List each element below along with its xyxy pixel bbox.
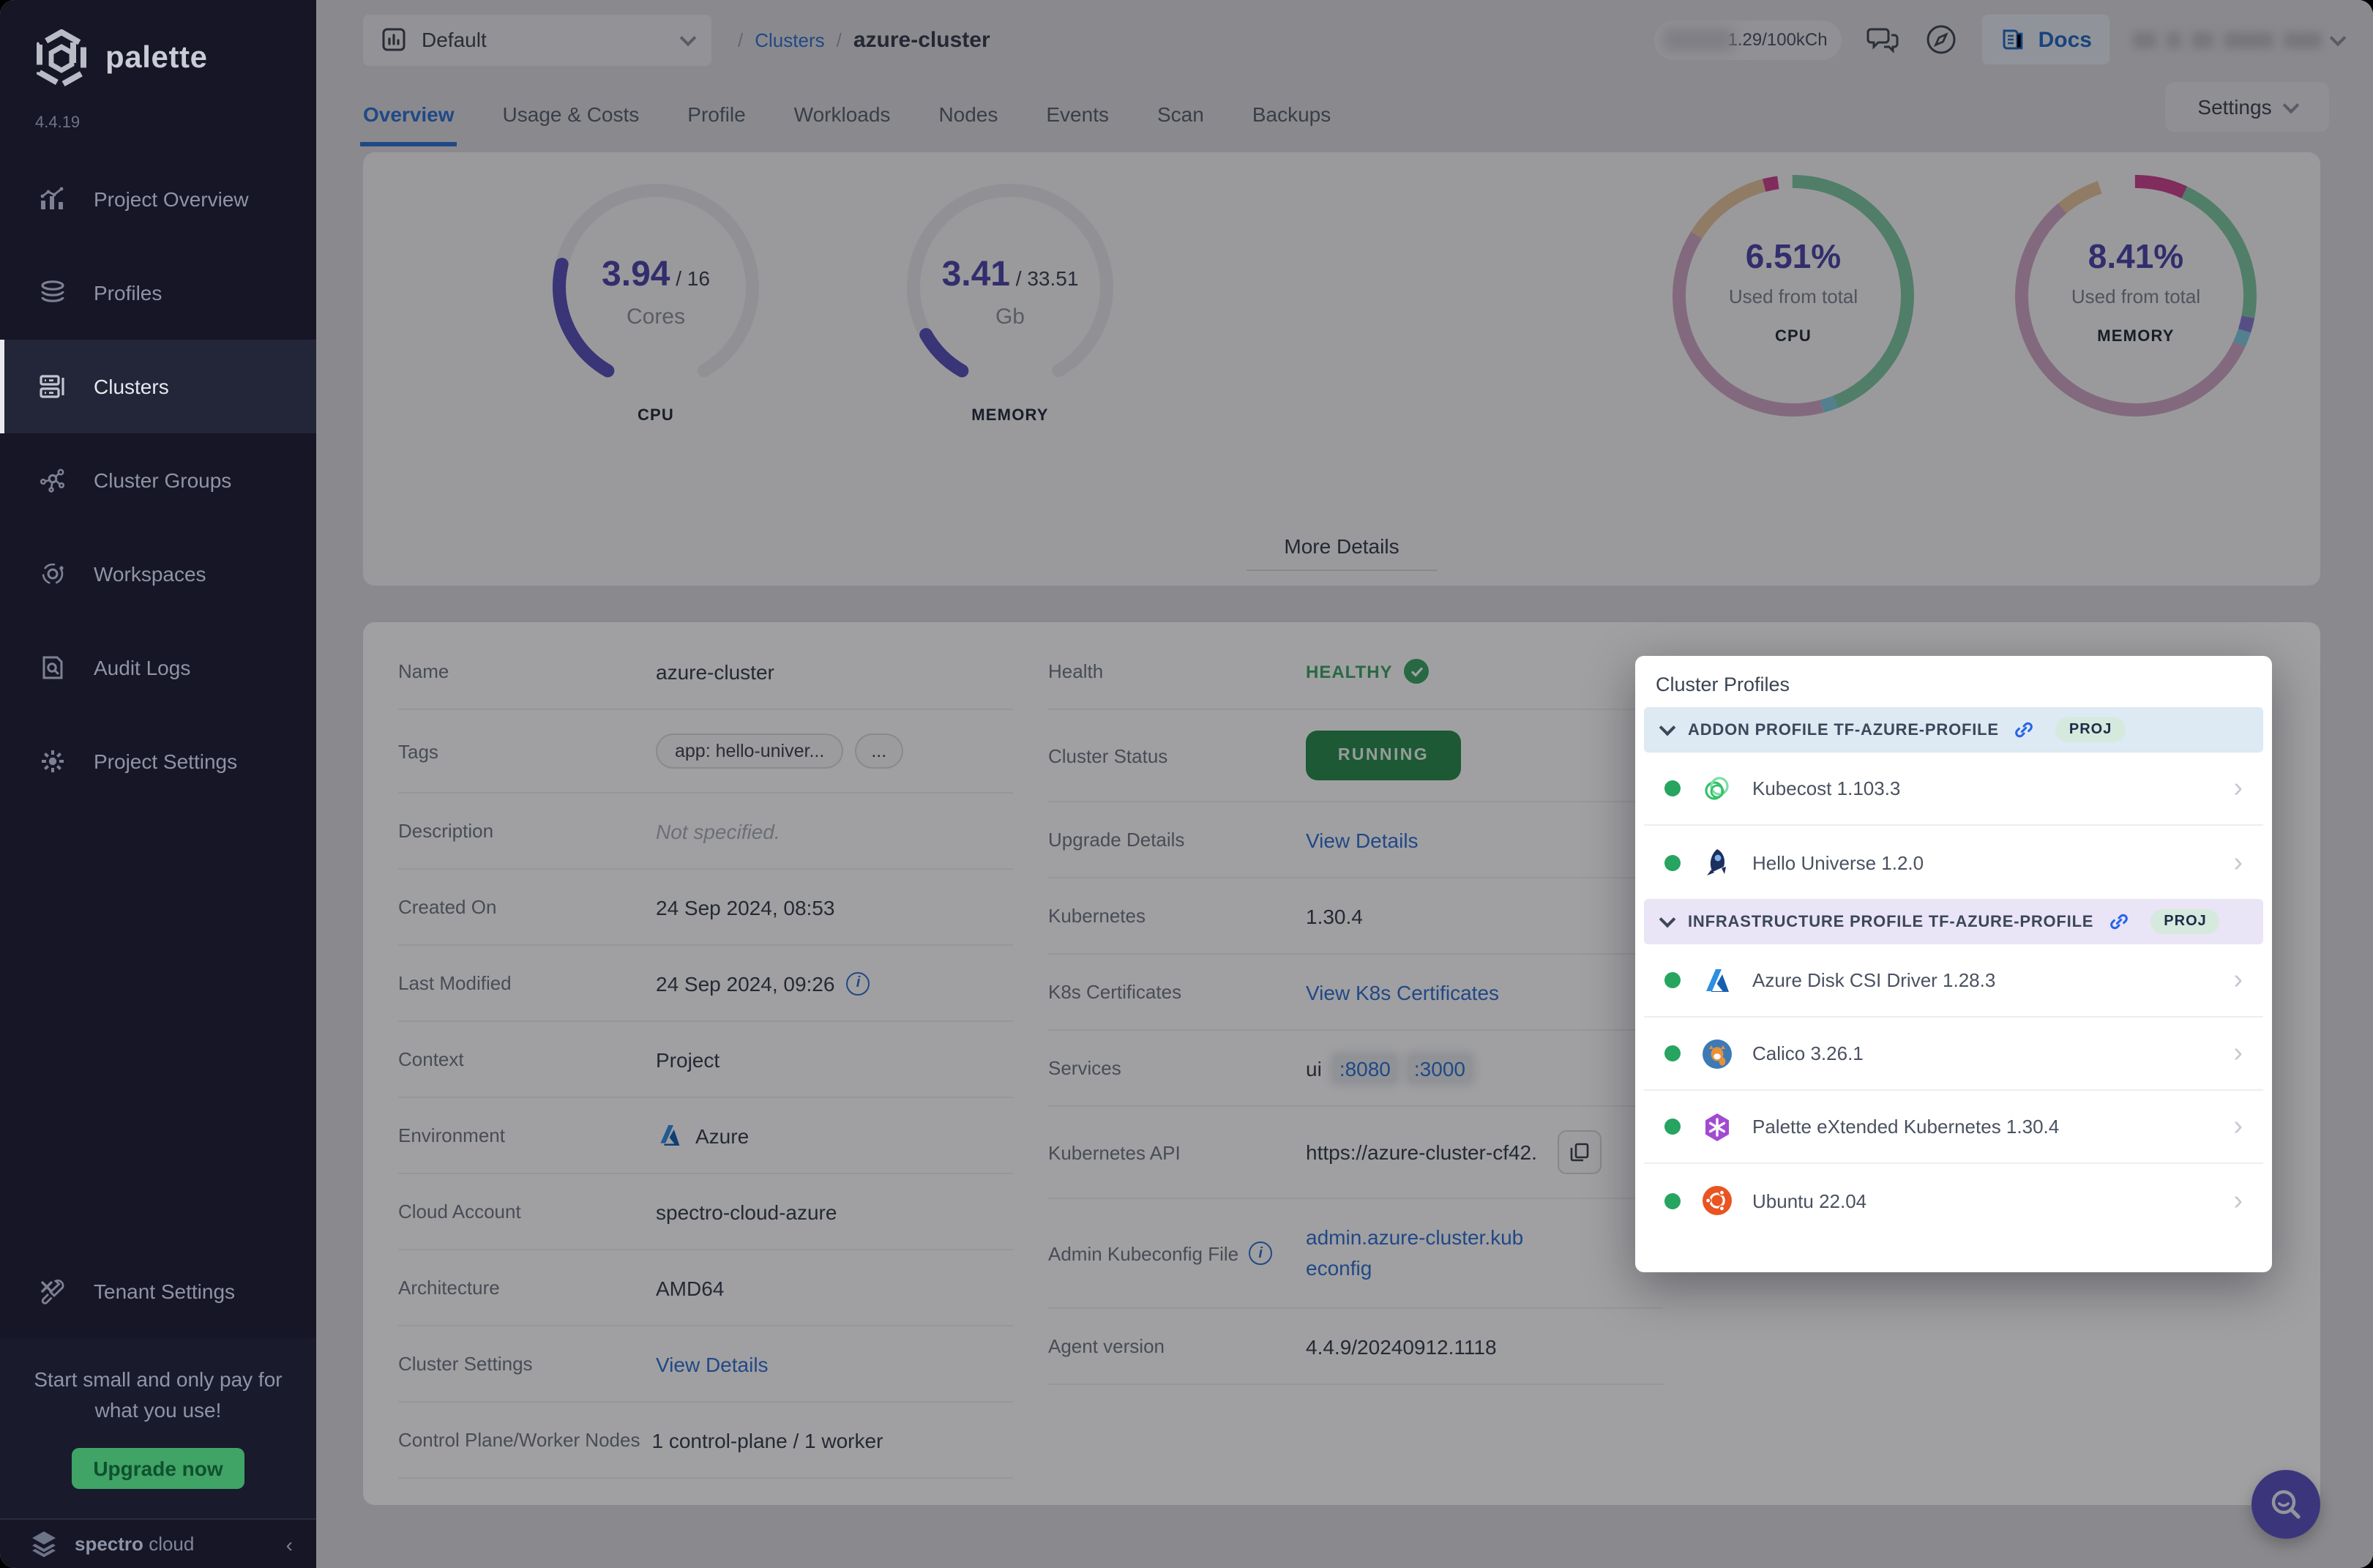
sidebar-item-cluster-groups[interactable]: Cluster Groups (0, 433, 316, 527)
sidebar-item-label: Tenant Settings (94, 1280, 236, 1304)
sidebar-bottom: Tenant Settings Start small and only pay… (0, 1245, 316, 1568)
spectro-cloud-logo-icon (32, 1531, 56, 1557)
palette-logo-icon (37, 29, 86, 88)
sidebar-item-label: Cluster Groups (94, 468, 232, 492)
collapse-sidebar-icon[interactable]: ‹ (286, 1532, 293, 1556)
sidebar-item-label: Workspaces (94, 562, 206, 586)
sidebar-item-label: Profiles (94, 281, 162, 305)
upsell-box: Start small and only pay for what you us… (0, 1338, 316, 1518)
app-version: 4.4.19 (35, 114, 81, 132)
sidebar-item-label: Audit Logs (94, 656, 191, 679)
proj-badge: PROJ (2150, 909, 2220, 934)
link-icon (2016, 722, 2033, 738)
profile-layer-name: Hello Universe 1.2.0 (1752, 851, 1924, 873)
sidebar-item-audit-logs[interactable]: Audit Logs (0, 621, 316, 714)
status-dot-icon (1664, 854, 1681, 870)
orbit-icon (42, 563, 64, 585)
brand-logo: palette (0, 0, 316, 94)
profile-layer-calico[interactable]: Calico 3.26.1 › (1644, 1018, 2263, 1091)
profile-layer-azure-csi[interactable]: Azure Disk CSI Driver 1.28.3 › (1644, 944, 2263, 1018)
audit-icon (42, 656, 63, 679)
gear-icon (42, 750, 64, 772)
brand-name: palette (105, 41, 208, 75)
profile-layer-pxk[interactable]: Palette eXtended Kubernetes 1.30.4 › (1644, 1091, 2263, 1164)
link-icon (2110, 914, 2129, 930)
chevron-right-icon: › (2233, 1038, 2243, 1069)
sidebar-item-label: Clusters (94, 375, 169, 398)
addon-profile-label: ADDON PROFILE TF-AZURE-PROFILE (1688, 721, 1999, 739)
sidebar-item-clusters[interactable]: Clusters (0, 340, 316, 433)
profile-layer-name: Calico 3.26.1 (1752, 1042, 1864, 1064)
main-area: Default / Clusters / azure-cluster 1.29/… (316, 0, 2373, 1568)
infrastructure-profile-label: INFRASTRUCTURE PROFILE TF-AZURE-PROFILE (1688, 913, 2094, 930)
upgrade-now-button[interactable]: Upgrade now (72, 1448, 244, 1489)
chevron-right-icon: › (2233, 965, 2243, 996)
layers-icon (41, 280, 64, 302)
popup-title: Cluster Profiles (1656, 673, 1790, 695)
upsell-text: Start small and only pay for what you us… (34, 1367, 283, 1422)
status-dot-icon (1664, 1045, 1681, 1061)
infrastructure-profile-header[interactable]: INFRASTRUCTURE PROFILE TF-AZURE-PROFILE … (1644, 899, 2263, 944)
chart-icon (40, 187, 64, 209)
status-dot-icon (1664, 1119, 1681, 1135)
pxk-icon (1700, 1110, 1733, 1143)
addon-profile-header[interactable]: ADDON PROFILE TF-AZURE-PROFILE PROJ (1644, 707, 2263, 753)
server-icon (40, 375, 64, 398)
chevron-down-icon (1659, 911, 1676, 928)
profile-layer-name: Palette eXtended Kubernetes 1.30.4 (1752, 1116, 2060, 1138)
brand-bold: spectro (75, 1533, 143, 1555)
status-dot-icon (1664, 1192, 1681, 1209)
sidebar-item-label: Project Overview (94, 187, 249, 211)
kubecost-icon (1700, 772, 1733, 805)
spectro-cloud-label: spectro cloud (75, 1533, 194, 1555)
app-window: palette 4.4.19 Project Overview Profiles… (0, 0, 2373, 1568)
status-dot-icon (1664, 780, 1681, 796)
sidebar-item-project-settings[interactable]: Project Settings (0, 714, 316, 808)
sidebar-footer: spectro cloud ‹ (0, 1518, 316, 1568)
sidebar-item-tenant-settings[interactable]: Tenant Settings (0, 1245, 316, 1339)
calico-icon (1700, 1037, 1733, 1070)
tools-icon (41, 1280, 64, 1305)
hello-universe-icon (1700, 845, 1733, 879)
chevron-down-icon (1659, 719, 1676, 736)
profile-layer-ubuntu[interactable]: Ubuntu 22.04 › (1644, 1164, 2263, 1237)
proj-badge: PROJ (2055, 717, 2126, 742)
cluster-profiles-popup: Cluster Profiles ADDON PROFILE TF-AZURE-… (1635, 656, 2272, 1272)
chevron-right-icon: › (2233, 1111, 2243, 1142)
screen: palette 4.4.19 Project Overview Profiles… (0, 0, 2373, 1568)
sidebar-item-project-overview[interactable]: Project Overview (0, 152, 316, 246)
sidebar-item-label: Project Settings (94, 750, 238, 773)
ubuntu-icon (1700, 1184, 1733, 1217)
network-icon (40, 468, 65, 493)
sidebar-menu: Project Overview Profiles Clusters Clust… (0, 152, 316, 808)
status-dot-icon (1664, 972, 1681, 988)
chevron-right-icon: › (2233, 847, 2243, 878)
chevron-right-icon: › (2233, 1185, 2243, 1216)
sidebar: palette 4.4.19 Project Overview Profiles… (0, 0, 316, 1568)
profile-layer-name: Azure Disk CSI Driver 1.28.3 (1752, 969, 1996, 991)
sidebar-item-profiles[interactable]: Profiles (0, 246, 316, 340)
sidebar-item-workspaces[interactable]: Workspaces (0, 527, 316, 621)
brand-light: cloud (149, 1533, 195, 1555)
profile-layer-name: Ubuntu 22.04 (1752, 1190, 1867, 1212)
profile-layer-hello-universe[interactable]: Hello Universe 1.2.0 › (1644, 826, 2263, 899)
profile-layer-kubecost[interactable]: Kubecost 1.103.3 › (1644, 753, 2263, 826)
profile-layer-name: Kubecost 1.103.3 (1752, 777, 1901, 799)
chevron-right-icon: › (2233, 773, 2243, 804)
azure-icon (1700, 963, 1733, 997)
